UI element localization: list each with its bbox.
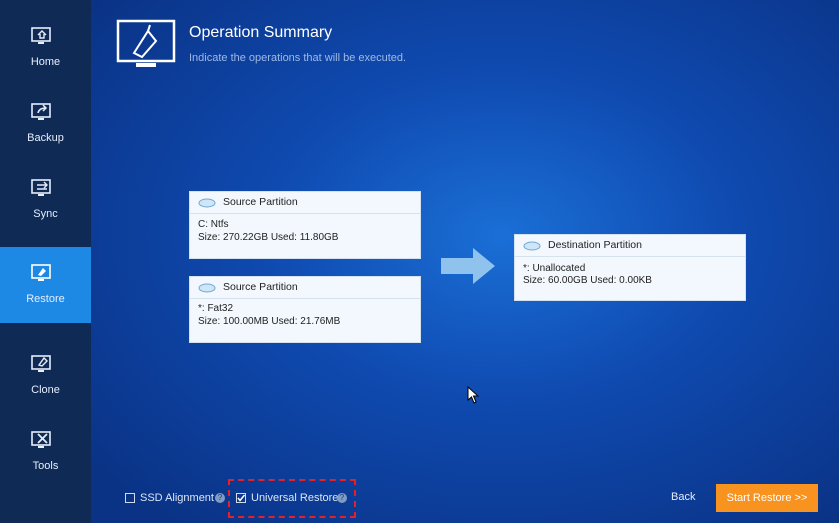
source-partition-card: Source Partition *: Fat32 Size: 100.00MB… [189,276,421,343]
tools-icon [31,431,51,448]
monitor-restore-icon [116,19,176,67]
page-subtitle: Indicate the operations that will be exe… [189,52,407,64]
sidebar-item-label: Backup [27,132,64,144]
card-title: Source Partition [223,196,298,208]
sidebar-item-sync[interactable]: Sync [0,162,91,238]
check-icon [237,494,246,502]
source-partition-card: Source Partition C: Ntfs Size: 270.22GB … [189,191,421,259]
card-header: Source Partition [190,192,420,214]
ssd-alignment-checkbox[interactable] [125,493,135,503]
sync-icon [31,179,51,196]
ssd-alignment-option[interactable]: SSD Alignment ? [125,492,225,506]
card-header: Destination Partition [515,235,745,257]
help-icon[interactable]: ? [337,493,347,503]
partition-size: Size: 270.22GB Used: 11.80GB [198,232,339,243]
sidebar-item-clone[interactable]: Clone [0,338,91,414]
card-title: Destination Partition [548,239,642,251]
partition-size: Size: 60.00GB Used: 0.00KB [523,275,652,286]
backup-icon [31,103,51,120]
ssd-alignment-label: SSD Alignment [140,492,214,504]
clone-icon [31,355,51,372]
sidebar-item-restore[interactable]: Restore [0,247,91,323]
card-header: Source Partition [190,277,420,299]
sidebar-item-home[interactable]: Home [0,10,91,86]
sidebar-item-label: Tools [32,460,59,472]
sidebar-item-label: Clone [31,384,60,396]
restore-icon [31,264,51,281]
universal-restore-checkbox[interactable] [236,493,246,503]
sidebar-item-tools[interactable]: Tools [0,414,91,490]
main-panel: Operation Summary Indicate the operation… [91,0,839,523]
card-title: Source Partition [223,281,298,293]
help-icon[interactable]: ? [215,493,225,503]
page-title: Operation Summary [189,24,333,41]
sidebar-item-label: Sync [33,208,58,220]
start-restore-button[interactable]: Start Restore >> [716,484,818,512]
back-button[interactable]: Back [671,491,695,503]
partition-name: *: Fat32 [198,303,234,314]
home-icon [31,27,51,44]
disk-icon [198,198,216,208]
sidebar: Home Backup Sync Restore Clone Tools [0,0,91,523]
arrow-right-icon [441,248,495,284]
universal-restore-option[interactable]: Universal Restore ? [236,492,351,506]
mouse-cursor-icon [467,386,479,404]
partition-name: *: Unallocated [523,263,586,274]
sidebar-item-backup[interactable]: Backup [0,86,91,162]
sidebar-item-label: Restore [26,293,65,305]
disk-icon [198,283,216,293]
destination-partition-card: Destination Partition *: Unallocated Siz… [514,234,746,301]
partition-name: C: Ntfs [198,219,229,230]
disk-icon [523,241,541,251]
partition-size: Size: 100.00MB Used: 21.76MB [198,316,341,327]
sidebar-item-label: Home [30,56,61,68]
universal-restore-label: Universal Restore [251,492,339,504]
